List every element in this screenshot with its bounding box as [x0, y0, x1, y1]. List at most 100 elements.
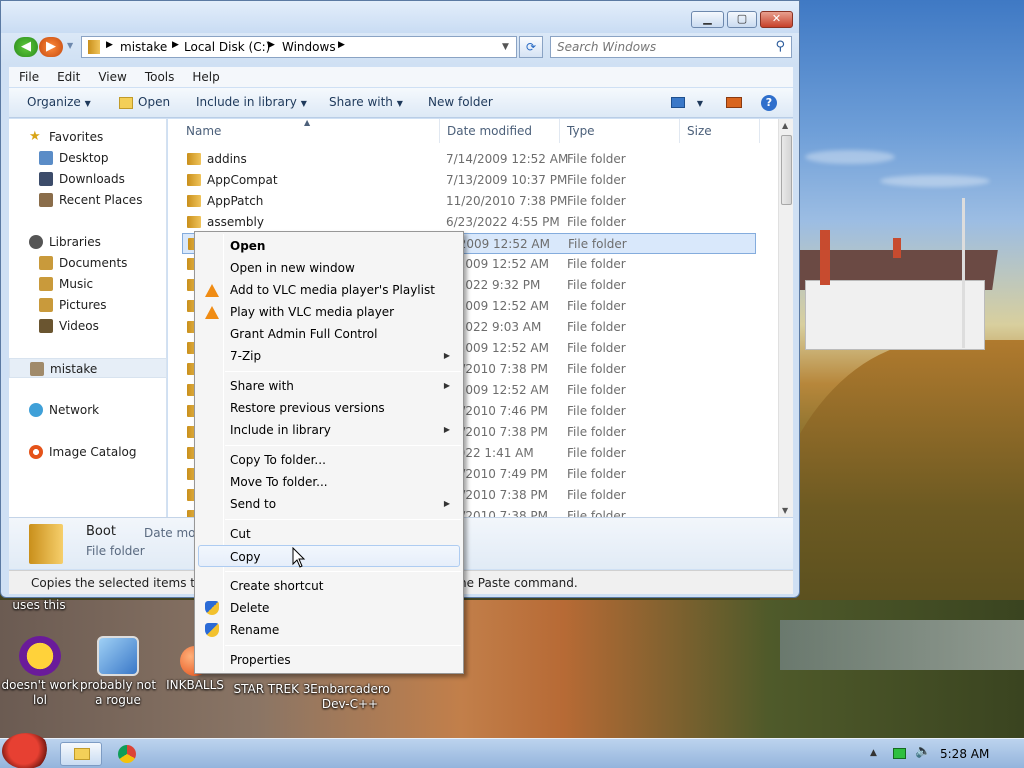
nav-image-catalog[interactable]: Image Catalog	[9, 442, 167, 462]
search-input[interactable]	[557, 37, 767, 57]
share-label: Share with	[329, 95, 393, 109]
open-folder-icon	[119, 96, 133, 109]
gear-monitor-icon	[97, 636, 139, 676]
share-with-button[interactable]: Share with ▼	[329, 88, 403, 118]
file-row[interactable]: addins 7/14/2009 12:52 AM File folder	[182, 149, 756, 170]
scroll-thumb[interactable]	[781, 135, 792, 205]
menu-item-share-with[interactable]: Share with ▶	[198, 375, 460, 397]
menu-item-7zip[interactable]: 7-Zip ▶	[198, 345, 460, 367]
menu-item-vlc-playlist[interactable]: Add to VLC media player's Playlist	[198, 279, 460, 301]
menu-edit[interactable]: Edit	[47, 67, 88, 87]
menu-item-grant-admin[interactable]: Grant Admin Full Control	[198, 323, 460, 345]
menu-item-rename[interactable]: Rename	[198, 619, 460, 641]
breadcrumb-separator-icon: ▶	[268, 40, 275, 50]
nav-mistake[interactable]: mistake	[9, 358, 167, 378]
back-button[interactable]: ◀	[14, 37, 38, 57]
menu-item-open[interactable]: Open	[198, 235, 460, 257]
scroll-up-icon[interactable]: ▲	[782, 121, 788, 130]
desktop-icon-label: Embarcadero	[310, 682, 390, 696]
nav-music[interactable]: Music	[9, 274, 167, 294]
menu-item-include-library[interactable]: Include in library ▶	[198, 419, 460, 441]
taskbar-explorer-button[interactable]	[60, 742, 102, 766]
submenu-arrow-icon: ▶	[443, 351, 450, 360]
menu-help[interactable]: Help	[182, 67, 227, 87]
column-date-modified[interactable]: Date modified	[440, 119, 560, 143]
folder-icon	[187, 174, 201, 186]
forward-button[interactable]: ▶	[39, 37, 63, 57]
search-box[interactable]: ⚲	[550, 36, 792, 58]
preview-pane-button[interactable]	[726, 88, 742, 116]
menu-item-open-new-window[interactable]: Open in new window	[198, 257, 460, 279]
refresh-button[interactable]: ⟳	[519, 36, 543, 58]
nav-downloads[interactable]: Downloads	[9, 169, 167, 189]
nav-favorites[interactable]: ★ Favorites	[9, 127, 167, 147]
column-type[interactable]: Type	[560, 119, 680, 143]
menu-tools[interactable]: Tools	[135, 67, 183, 87]
desktop-icon-label: probably not	[79, 678, 157, 692]
scroll-down-icon[interactable]: ▼	[782, 506, 788, 515]
new-folder-button[interactable]: New folder	[428, 88, 493, 116]
clock[interactable]: 5:28 AM	[940, 739, 989, 768]
minimize-button[interactable]: ▁	[691, 11, 724, 28]
menu-item-vlc-play[interactable]: Play with VLC media player	[198, 301, 460, 323]
vertical-scrollbar[interactable]: ▲ ▼	[778, 119, 793, 517]
nav-network[interactable]: Network	[9, 400, 167, 420]
view-options-button[interactable]: ▼	[671, 88, 703, 118]
menu-item-properties[interactable]: Properties	[198, 649, 460, 671]
maximize-button[interactable]: ▢	[727, 11, 757, 28]
help-button[interactable]: ?	[761, 88, 777, 116]
menu-item-delete[interactable]: Delete	[198, 597, 460, 619]
file-row[interactable]: assembly 6/23/2022 4:55 PM File folder	[182, 212, 756, 233]
nav-pictures[interactable]: Pictures	[9, 295, 167, 315]
file-row[interactable]: AppPatch 11/20/2010 7:38 PM File folder	[182, 191, 756, 212]
menu-item-cut[interactable]: Cut	[198, 523, 460, 545]
close-button[interactable]: ✕	[760, 11, 793, 28]
organize-button[interactable]: Organize ▼	[27, 88, 91, 118]
search-icon[interactable]: ⚲	[775, 39, 785, 54]
menu-item-copy-to-folder[interactable]: Copy To folder...	[198, 449, 460, 471]
recent-pages-chevron-icon[interactable]: ▼	[67, 41, 73, 50]
breadcrumb-windows[interactable]: Windows	[282, 40, 336, 54]
folder-icon	[74, 748, 90, 760]
desktop-icon-rogue[interactable]: probably not a rogue	[78, 636, 158, 708]
menu-item-create-shortcut[interactable]: Create shortcut	[198, 575, 460, 597]
file-type: File folder	[567, 194, 626, 208]
column-label: Size	[687, 124, 712, 138]
desktop-icon-yahoo[interactable]: doesn't work lol	[0, 636, 80, 708]
nav-videos[interactable]: Videos	[9, 316, 167, 336]
breadcrumb-mistake[interactable]: mistake	[120, 40, 167, 54]
file-date: 11/20/2010 7:38 PM	[446, 194, 568, 208]
file-type: File folder	[567, 173, 626, 187]
menu-file[interactable]: File	[9, 67, 47, 87]
menu-item-send-to[interactable]: Send to ▶	[198, 493, 460, 515]
nav-libraries[interactable]: Libraries	[9, 232, 167, 252]
menu-item-label: Copy To folder...	[230, 453, 326, 467]
nav-documents[interactable]: Documents	[9, 253, 167, 273]
libraries-icon	[29, 235, 43, 249]
title-bar[interactable]: ▁ ▢ ✕	[1, 1, 799, 33]
file-row[interactable]: AppCompat 7/13/2009 10:37 PM File folder	[182, 170, 756, 191]
include-in-library-button[interactable]: Include in library ▼	[196, 88, 307, 118]
open-button[interactable]: Open	[119, 88, 170, 116]
battery-icon[interactable]	[893, 748, 906, 759]
menu-item-restore-versions[interactable]: Restore previous versions	[198, 397, 460, 419]
menu-item-copy[interactable]: Copy	[198, 545, 460, 567]
column-name[interactable]: Name ▲	[168, 119, 440, 143]
breadcrumb-local-disk[interactable]: Local Disk (C:)	[184, 40, 270, 54]
nav-desktop[interactable]: Desktop	[9, 148, 167, 168]
desktop-icon-label: lol	[32, 693, 47, 707]
address-bar[interactable]: ▶ mistake ▶ Local Disk (C:) ▶ Windows ▶ …	[81, 36, 517, 58]
chrome-icon[interactable]	[118, 745, 136, 763]
volume-icon[interactable]: 🔈	[915, 744, 931, 759]
nav-recent-places[interactable]: Recent Places	[9, 190, 167, 210]
start-button[interactable]	[2, 733, 50, 768]
show-hidden-icons-icon[interactable]: ▲	[870, 748, 877, 758]
submenu-arrow-icon: ▶	[443, 425, 450, 434]
desktop-icon-uses-this[interactable]: uses this	[0, 598, 78, 613]
column-size[interactable]: Size	[680, 119, 760, 143]
address-dropdown-icon[interactable]: ▼	[502, 42, 509, 52]
file-type: File folder	[567, 152, 626, 166]
menu-view[interactable]: View	[88, 67, 134, 87]
menu-item-move-to-folder[interactable]: Move To folder...	[198, 471, 460, 493]
menu-item-label: Send to	[230, 497, 277, 511]
